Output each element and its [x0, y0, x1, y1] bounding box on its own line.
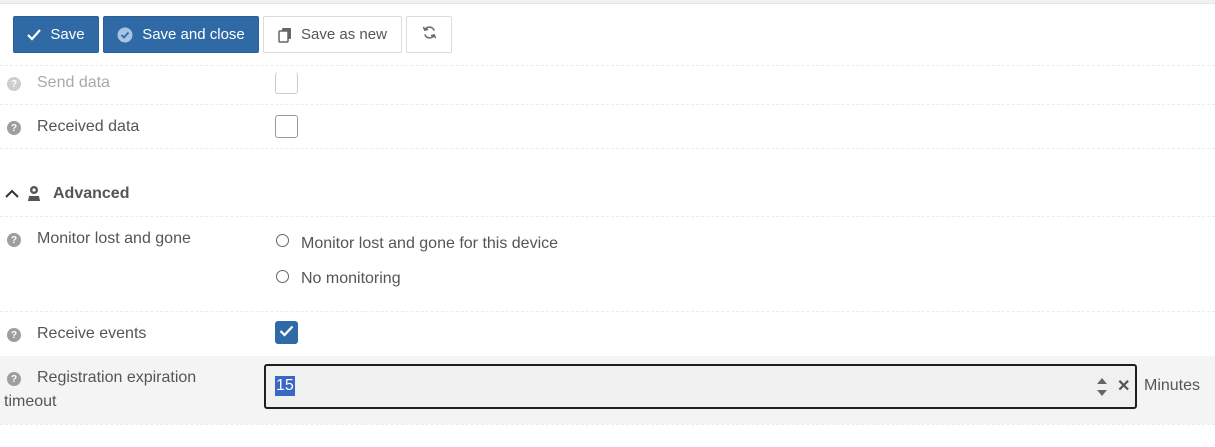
help-icon[interactable]: ? [7, 233, 21, 247]
help-icon[interactable]: ? [7, 121, 21, 135]
row-divider [0, 148, 1215, 149]
check-circle-icon [117, 27, 133, 43]
receive-events-checkbox[interactable] [275, 321, 298, 344]
spinner-arrows-icon[interactable] [1096, 375, 1108, 399]
chevron-up-icon [5, 186, 19, 204]
clear-icon[interactable]: ✕ [1117, 376, 1130, 396]
save-and-close-button[interactable]: Save and close [103, 16, 259, 53]
refresh-button[interactable] [406, 16, 452, 53]
save-button[interactable]: Save [13, 16, 99, 53]
send-data-checkbox[interactable] [275, 72, 298, 94]
save-label: Save [50, 26, 85, 43]
registration-unit: Minutes [1144, 377, 1201, 394]
row-divider [0, 104, 1215, 105]
received-data-label: Received data [37, 118, 140, 135]
row-divider [0, 216, 1215, 217]
advanced-title: Advanced [53, 185, 130, 202]
registration-timeout-input[interactable]: 15 ✕ [264, 364, 1137, 409]
help-icon[interactable]: ? [7, 77, 21, 91]
registration-timeout-value: 15 [275, 376, 295, 396]
help-icon[interactable]: ? [7, 372, 21, 386]
received-data-checkbox[interactable] [275, 115, 298, 138]
top-border [0, 0, 1215, 4]
save-as-new-label: Save as new [301, 26, 387, 43]
row-divider [0, 311, 1215, 312]
monitor-label: Monitor lost and gone [37, 230, 191, 247]
user-icon [27, 185, 41, 206]
monitor-radio-none[interactable] [276, 270, 289, 283]
copy-icon [278, 27, 292, 43]
monitor-option-none-label: No monitoring [301, 270, 401, 287]
receive-events-label: Receive events [37, 325, 147, 342]
monitor-radio-device[interactable] [276, 234, 289, 247]
help-icon[interactable]: ? [7, 328, 21, 342]
check-icon [27, 28, 42, 41]
registration-label-line2: timeout [4, 393, 57, 410]
advanced-section-toggle[interactable]: Advanced [0, 178, 300, 210]
refresh-icon [422, 25, 437, 44]
registration-label-line1: Registration expiration [37, 369, 197, 386]
send-data-label: Send data [37, 74, 110, 91]
save-and-close-label: Save and close [142, 26, 245, 43]
check-icon [279, 324, 294, 342]
row-divider [0, 424, 1215, 425]
save-as-new-button[interactable]: Save as new [263, 16, 402, 53]
monitor-option-device-label: Monitor lost and gone for this device [301, 235, 559, 252]
row-divider [0, 65, 1215, 66]
